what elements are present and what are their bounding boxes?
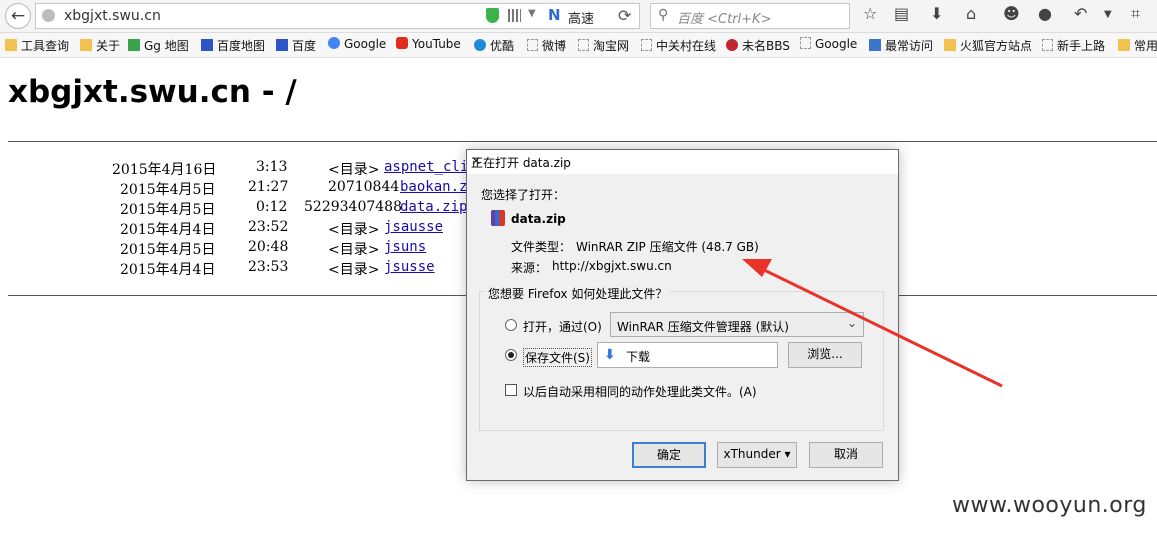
watermark-text: www.wooyun.org: [952, 493, 1147, 518]
annotation-arrow-head: [742, 259, 772, 277]
annotation-arrow: [742, 259, 1003, 388]
annotation-arrow-line: [759, 266, 1003, 388]
